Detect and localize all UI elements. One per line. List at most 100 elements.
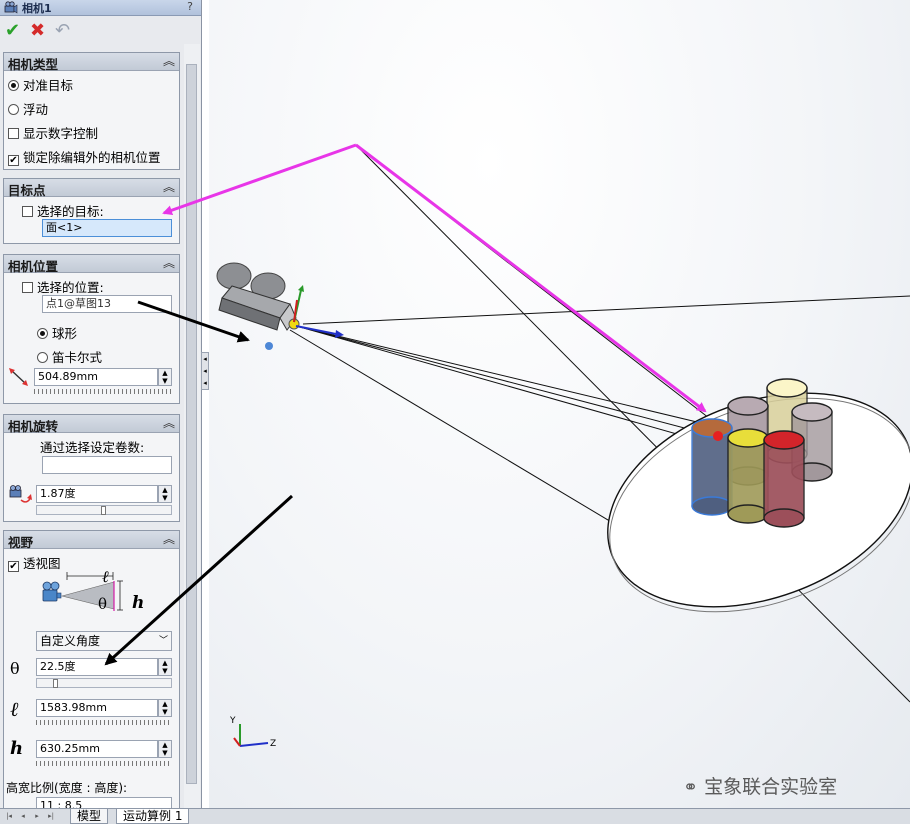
radio-aim-target[interactable]: 对准目标 [8, 75, 73, 94]
check-selected-position-label: 选择的位置: [37, 280, 104, 295]
last-tab-icon[interactable]: ▸| [46, 811, 56, 821]
scrollbar-thumb[interactable] [186, 64, 197, 784]
check-lock-position[interactable]: ✔ 锁定除编辑外的相机位置 [8, 147, 161, 166]
cancel-button[interactable]: ✖ [30, 20, 45, 41]
camera-rotation-header[interactable]: 相机旋转 ︽ [4, 414, 179, 434]
fov-diagram-l-label: ℓ [102, 567, 109, 586]
action-row: ✔ ✖ ↶ [0, 18, 201, 44]
h-input[interactable]: 630.25mm [36, 740, 158, 758]
camera-position-header[interactable]: 相机位置 ︽ [4, 254, 179, 274]
l-thumbwheel[interactable] [36, 720, 172, 725]
graphics-viewport[interactable] [209, 0, 910, 808]
target-point-header[interactable]: 目标点 ︽ [4, 178, 179, 198]
collapse-chevron-icon[interactable]: ︽ [163, 414, 175, 431]
check-lock-position-label: 锁定除编辑外的相机位置 [23, 150, 161, 165]
slider-thumb[interactable] [101, 506, 106, 515]
check-perspective-label: 透视图 [23, 556, 61, 571]
check-selected-position[interactable]: 选择的位置: [22, 277, 104, 296]
collapse-chevron-icon[interactable]: ︽ [163, 178, 175, 195]
checkbox-icon[interactable] [22, 206, 33, 217]
tab-motion-study[interactable]: 运动算例 1 [116, 809, 190, 824]
watermark: ⚭ 宝象联合实验室 [683, 772, 837, 799]
radio-aim-target-label: 对准目标 [23, 78, 74, 93]
collapse-chevron-icon[interactable]: ︽ [163, 52, 175, 69]
ok-button[interactable]: ✔ [5, 20, 20, 41]
fov-mode-select[interactable]: 自定义角度 ﹀ [36, 631, 172, 651]
collapse-chevron-icon[interactable]: ︽ [163, 254, 175, 271]
target-selection-field[interactable]: 面<1> [42, 219, 172, 237]
camera-type-header[interactable]: 相机类型 ︽ [4, 52, 179, 72]
property-manager-panel: 相机1 ? ✔ ✖ ↶ 相机类型 ︽ 对准目标 浮动 显示数字控制 ✔ 锁定除编辑… [0, 0, 202, 808]
radio-icon[interactable] [8, 80, 19, 91]
checkbox-icon[interactable]: ✔ [8, 155, 19, 166]
panel-collapse-handle[interactable]: ◂ ◂ ◂ [201, 352, 209, 390]
h-spinner[interactable]: ▲ ▼ [158, 740, 172, 758]
radio-spherical[interactable]: 球形 [37, 323, 77, 342]
radio-cartesian-label: 笛卡尔式 [52, 350, 103, 365]
rotation-hint: 通过选择设定卷数: [40, 440, 145, 455]
watermark-text: 宝象联合实验室 [704, 776, 838, 798]
radio-icon[interactable] [8, 104, 19, 115]
aspect-ratio-select[interactable]: 11 : 8.5 [36, 797, 172, 808]
roll-icon [9, 485, 32, 503]
check-selected-target-label: 选择的目标: [37, 204, 104, 219]
theta-input[interactable]: 22.5度 [36, 658, 158, 676]
slider-thumb[interactable] [53, 679, 58, 688]
undo-button[interactable]: ↶ [55, 20, 70, 41]
position-selection-field[interactable]: 点1@草图13 [42, 295, 172, 313]
panel-title: 相机1 [22, 2, 52, 15]
checkbox-icon[interactable] [22, 282, 33, 293]
l-input[interactable]: 1583.98mm [36, 699, 158, 717]
wechat-icon: ⚭ [683, 777, 699, 798]
camera-type-group: 相机类型 ︽ 对准目标 浮动 显示数字控制 ✔ 锁定除编辑外的相机位置 [3, 52, 180, 170]
theta-label: θ [10, 659, 20, 678]
bottom-tab-bar: |◂ ◂ ▸ ▸| 模型 运动算例 1 [0, 808, 910, 824]
camera-type-title: 相机类型 [8, 57, 59, 72]
field-of-view-title: 视野 [8, 535, 34, 550]
roll-selection-field[interactable] [42, 456, 172, 474]
check-selected-target[interactable]: 选择的目标: [22, 201, 104, 220]
theta-slider[interactable] [36, 678, 172, 688]
roll-angle-slider[interactable] [36, 505, 172, 515]
distance-spinner[interactable]: ▲ ▼ [158, 368, 172, 386]
check-show-numeric[interactable]: 显示数字控制 [8, 123, 98, 142]
roll-angle-input[interactable]: 1.87度 [36, 485, 158, 503]
checkbox-icon[interactable]: ✔ [8, 561, 19, 572]
check-show-numeric-label: 显示数字控制 [23, 126, 99, 141]
camera-icon [4, 1, 18, 14]
fov-mode-value: 自定义角度 [40, 634, 101, 648]
h-label: h [10, 738, 24, 759]
h-thumbwheel[interactable] [36, 761, 172, 766]
prev-tab-icon[interactable]: ◂ [18, 811, 28, 821]
roll-angle-spinner[interactable]: ▲ ▼ [158, 485, 172, 503]
l-label: ℓ [10, 697, 19, 721]
next-tab-icon[interactable]: ▸ [32, 811, 42, 821]
field-of-view-header[interactable]: 视野 ︽ [4, 530, 179, 550]
l-spinner[interactable]: ▲ ▼ [158, 699, 172, 717]
help-icon[interactable]: ? [187, 0, 193, 13]
distance-icon [9, 368, 28, 386]
field-of-view-group: 视野 ︽ ✔ 透视图 ℓ θ h 自定义角度 ﹀ θ 22.5度 ▲ ▼ ℓ 1… [3, 530, 180, 808]
fov-diagram-h-label: h [132, 593, 145, 613]
distance-input[interactable]: 504.89mm [34, 368, 158, 386]
collapse-chevron-icon[interactable]: ︽ [163, 530, 175, 547]
distance-thumbwheel[interactable] [34, 389, 172, 394]
tab-model[interactable]: 模型 [70, 809, 109, 824]
target-point-group: 目标点 ︽ 选择的目标: 面<1> [3, 178, 180, 244]
theta-spinner[interactable]: ▲ ▼ [158, 658, 172, 676]
panel-titlebar: 相机1 ? [0, 0, 201, 16]
first-tab-icon[interactable]: |◂ [4, 811, 14, 821]
fov-diagram-theta-label: θ [98, 595, 108, 613]
radio-floating[interactable]: 浮动 [8, 99, 48, 118]
check-perspective[interactable]: ✔ 透视图 [8, 553, 61, 572]
chevron-down-icon[interactable]: ﹀ [159, 632, 168, 650]
camera-rotation-title: 相机旋转 [8, 419, 59, 434]
camera-position-title: 相机位置 [8, 259, 59, 274]
camera-position-group: 相机位置 ︽ 选择的位置: 点1@草图13 球形 笛卡尔式 504.89mm ▲… [3, 254, 180, 404]
checkbox-icon[interactable] [8, 128, 19, 139]
panel-scrollbar[interactable] [184, 44, 200, 808]
target-point-title: 目标点 [8, 183, 46, 198]
radio-icon[interactable] [37, 328, 48, 339]
radio-icon[interactable] [37, 352, 48, 363]
radio-cartesian[interactable]: 笛卡尔式 [37, 347, 102, 366]
